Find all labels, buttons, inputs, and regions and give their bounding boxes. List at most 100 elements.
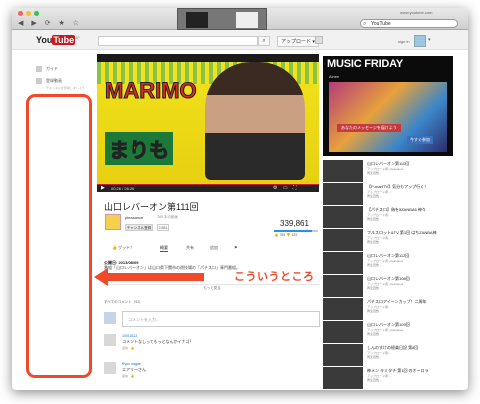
view-count: 339,861 <box>280 219 309 228</box>
signin-text[interactable]: sign in <box>398 39 410 44</box>
annotation-arrow <box>94 268 204 286</box>
video-person <box>205 62 305 180</box>
related-views: 再生回数 ... <box>367 332 383 336</box>
flag-icon[interactable]: ⚑ <box>234 245 238 250</box>
logo-region: JP <box>75 35 80 40</box>
youtube-logo[interactable]: YouTubeJP <box>36 35 80 45</box>
related-video[interactable]: 山口レバーオン第109回 アップロード者: pleasance 再生回数 ... <box>323 321 465 343</box>
related-views: 再生回数 ... <box>367 378 383 382</box>
play-icon[interactable]: ▶ <box>101 185 105 191</box>
video-thumbnail[interactable] <box>323 252 363 274</box>
like-counts: 👍 785 👎 125 <box>274 233 298 237</box>
video-thumbnail[interactable] <box>323 206 363 228</box>
comment-author[interactable]: Ryou nagae <box>122 362 141 366</box>
related-views: 再生回数 ... <box>367 217 383 221</box>
browser-window: ◀ ▶ ⟳ ★ ☆ www.youtube.com ⌕ YouTube YouT… <box>12 8 468 390</box>
tab-add[interactable]: 追加 <box>210 245 218 251</box>
ad-join-button[interactable]: 今すぐ参加 <box>407 136 433 144</box>
player-settings-icons[interactable]: ⚙ ▭ ⛶ <box>273 185 299 191</box>
channel-video-count[interactable]: · 285 本の動画 <box>155 215 178 220</box>
minimize-icon[interactable] <box>26 11 31 16</box>
channel-name[interactable]: pleasance <box>125 215 143 220</box>
comment-avatar <box>104 312 116 324</box>
video-thumbnail[interactable] <box>323 229 363 251</box>
search-icon: ⌕ <box>363 21 367 27</box>
logo-you: You <box>36 35 53 45</box>
video-thumbnail[interactable] <box>323 183 363 205</box>
related-views: 再生回数 ... <box>367 240 383 244</box>
video-thumbnail[interactable] <box>323 367 363 389</box>
video-player[interactable]: MARIMO まりも ▶ 00:26 / 26:26 ⚙ ▭ ⛶ <box>97 54 319 192</box>
video-actions: 👍 グッド！ 概要 共有 追加 ⚑ <box>112 244 320 254</box>
video-thumbnail[interactable] <box>323 160 363 182</box>
commenter-avatar[interactable] <box>104 334 116 346</box>
related-video[interactable]: 山口レバーオン第110回 アップロード者: pleasance 再生回数 ... <box>323 160 465 182</box>
guide-sub-text: チャンネルを登録しましょう <box>46 86 85 90</box>
nav-buttons[interactable]: ◀ ▶ ⟳ ★ ☆ <box>18 19 82 27</box>
ad-banner[interactable]: MUSIC FRIDAY Ainee あなたのメッセージを届けよう 今すぐ参加 <box>323 56 453 156</box>
comment-input[interactable]: コメントを入力... <box>122 311 320 327</box>
comment-footer[interactable]: 返信 · 👍 <box>122 346 134 350</box>
subscriptions-icon <box>36 78 42 84</box>
video-overlay-jp: まりも <box>105 132 173 165</box>
guide-item-guide[interactable]: ガイド <box>36 66 58 72</box>
related-video[interactable]: フルスロット&TV 第1回 はちZANBA神 アップロード者: ... 再生回数 .… <box>323 229 465 251</box>
comment-text: コメントなしってもっとなんかイナゴ？ <box>122 339 194 344</box>
tab-share[interactable]: 共有 <box>186 245 194 251</box>
related-views: 再生回数 ... <box>367 171 383 175</box>
related-video[interactable]: 【パチスロ】偽を5ZANBA6 神々 アップロード者: ... 再生回数 ... <box>323 206 465 228</box>
comment-footer[interactable]: 返信 · 👍 <box>122 374 134 378</box>
ad-subtitle: Ainee <box>329 74 340 79</box>
related-video[interactable]: 神メン キミタチ 第1回 のオーロラ アップロード者: ... 再生回数 ... <box>323 367 465 389</box>
video-thumbnail[interactable] <box>323 298 363 320</box>
comment-author[interactable]: 10010112 <box>122 334 137 338</box>
ad-message-button[interactable]: あなたのメッセージを届けよう <box>337 124 401 132</box>
video-time: 00:26 / 26:26 <box>111 186 135 191</box>
browser-search-field[interactable]: ⌕ YouTube <box>360 19 458 28</box>
like-button[interactable]: 👍 グッド！ <box>112 245 134 251</box>
related-video[interactable]: 山口レバーオン第112回 アップロード者: pleasance 再生回数 ... <box>323 252 465 274</box>
annotation-text: こういうところ <box>234 271 315 283</box>
youtube-header: YouTubeJP ⌕ アップロード ▾ sign in ▾ <box>12 30 468 50</box>
guide-item-label: 登録動画 <box>46 78 62 84</box>
avatar[interactable] <box>414 35 426 47</box>
browser-toolbar: ◀ ▶ ⟳ ★ ☆ www.youtube.com ⌕ YouTube <box>12 8 468 30</box>
youtube-search-input[interactable] <box>98 36 258 46</box>
video-thumbnail[interactable] <box>323 344 363 366</box>
guide-item-label: ガイド <box>46 66 58 72</box>
close-icon[interactable] <box>18 11 23 16</box>
related-views: 再生回数 ... <box>367 194 383 198</box>
guide-item-subscriptions[interactable]: 登録動画 <box>36 78 62 84</box>
browser-tab-thumbnails[interactable] <box>177 8 267 30</box>
comments-header: すべてのコメント（93） <box>104 300 143 304</box>
subscribe-button[interactable]: チャンネル登録 <box>125 224 153 231</box>
ad-title: MUSIC FRIDAY <box>327 58 404 70</box>
video-title: 山口レバーオン第111回 <box>104 202 199 212</box>
video-overlay-text: MARIMO <box>105 78 198 104</box>
channel-avatar[interactable] <box>105 214 121 230</box>
related-views: 再生回数 ... <box>367 263 383 267</box>
related-video[interactable]: パチスロアイーンカップ！二周年 アップロード者: ... 再生回数 ... <box>323 298 465 320</box>
tab-thumbnail[interactable] <box>186 12 208 28</box>
related-sidebar: MUSIC FRIDAY Ainee あなたのメッセージを届けよう 今すぐ参加 … <box>323 50 465 390</box>
video-controls[interactable]: ▶ 00:26 / 26:26 ⚙ ▭ ⛶ <box>97 184 319 192</box>
zoom-icon[interactable] <box>34 11 39 16</box>
upload-button[interactable]: アップロード ▾ <box>277 36 319 47</box>
video-thumbnail[interactable] <box>323 275 363 297</box>
notification-icon[interactable] <box>315 36 323 44</box>
subscriber-count: 2,851 <box>157 224 169 231</box>
related-video[interactable]: 【P-martTV】気分もアップ行く！ アップロード者: ... 再生回数 ... <box>323 183 465 205</box>
like-ratio-fill <box>274 230 312 232</box>
tab-about[interactable]: 概要 <box>160 245 168 252</box>
youtube-search-button[interactable]: ⌕ <box>258 36 270 46</box>
related-video[interactable]: しんのすけの極楽日記 第8回 アップロード者: ... 再生回数 ... <box>323 344 465 366</box>
tab-thumbnail[interactable] <box>236 12 258 28</box>
url-text: www.youtube.com <box>400 10 433 15</box>
related-video[interactable]: 山口レバーオン第108回 アップロード者: pleasance 再生回数 ... <box>323 275 465 297</box>
chevron-down-icon[interactable]: ▾ <box>428 37 431 43</box>
browser-search-text: YouTube <box>371 21 391 27</box>
like-ratio-bar <box>274 230 318 232</box>
commenter-avatar[interactable] <box>104 362 116 374</box>
video-thumbnail[interactable] <box>323 321 363 343</box>
logo-tube: Tube <box>52 35 76 45</box>
